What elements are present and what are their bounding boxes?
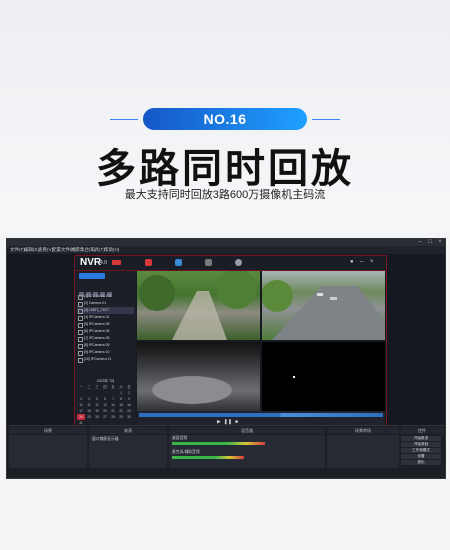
camera-label: [4] IPCamera 01 xyxy=(84,315,110,319)
transitions-panel-title: 场景转场 xyxy=(327,427,399,434)
mixer-track-1-label: 桌面音频 xyxy=(172,436,188,440)
camera-label: [6] IPCamera 06 xyxy=(84,329,110,333)
nvr-logo: NVR xyxy=(80,257,102,268)
camera-list-item[interactable]: [10] IPCamera 11 xyxy=(77,356,134,363)
controls-panel-title: 控件 xyxy=(401,427,443,434)
nvr-user-icon[interactable]: ● xyxy=(350,259,354,266)
menu-view[interactable]: 查看(V) xyxy=(38,246,53,254)
video-grid xyxy=(137,271,385,411)
scenes-panel-title: 场景 xyxy=(9,427,87,434)
timeline-bar[interactable] xyxy=(139,413,383,417)
mixer-track-1-meter xyxy=(172,442,265,445)
menu-edit[interactable]: 编辑(E) xyxy=(24,246,39,254)
menu-help[interactable]: 帮助(H) xyxy=(104,246,119,254)
video-channel-4[interactable] xyxy=(262,342,385,411)
calendar-cell[interactable]: 27 xyxy=(101,414,109,420)
calendar-cell[interactable]: 30 xyxy=(125,414,133,420)
obs-window: – □ × 文件(F) 编辑(E) 查看(V) 配置文件(P) 场景集合(S) … xyxy=(6,238,446,479)
camera-list: [1] 172.16.16.174 [2] Camera 01 [3] L98T1_… xyxy=(77,293,134,363)
camera-list-item[interactable]: [4] IPCamera 01 xyxy=(77,314,134,321)
exit-button[interactable]: 退出 xyxy=(401,460,441,465)
camera-label: [1] 172.16.16.174 xyxy=(84,294,112,298)
camera-label: [7] IPCamera 08 xyxy=(84,336,110,340)
camera-label: [5] IPCamera 05 xyxy=(84,322,110,326)
nvr-badge-icon xyxy=(112,260,121,265)
camera-list-item[interactable]: [5] IPCamera 05 xyxy=(77,321,134,328)
camera-list-item[interactable]: [6] IPCamera 06 xyxy=(77,328,134,335)
calendar: 2023年 7月 一二三四五六日 1 2 3 4 5 6 7 8 9 10 11 12 13 14 15 16 1… xyxy=(77,378,134,426)
subtitle: 最大支持同时回放3路600万摄像机主码流 xyxy=(124,189,326,201)
playback-icon[interactable] xyxy=(175,259,182,266)
camera-list-item[interactable]: [7] IPCamera 08 xyxy=(77,335,134,342)
camera-label: [2] Camera 01 xyxy=(84,301,107,305)
calendar-cell[interactable]: 26 xyxy=(93,414,101,420)
menu-file[interactable]: 文件(F) xyxy=(10,246,25,254)
settings-gear-icon[interactable] xyxy=(235,259,242,266)
badge-row: NO.16 xyxy=(0,108,450,130)
mixer-panel-title: 混音器 xyxy=(169,427,325,434)
camera-label: [9] IPCamera 10 xyxy=(84,350,110,354)
nvr-version: 4.0 xyxy=(100,260,107,266)
badge-line-right xyxy=(312,119,340,120)
sources-panel-title: 来源 xyxy=(89,427,167,434)
feature-number-badge: NO.16 xyxy=(143,108,307,130)
calendar-cell[interactable]: 29 xyxy=(117,414,125,420)
source-item[interactable]: 窗口捕获显示器 xyxy=(92,437,119,442)
device-icon[interactable] xyxy=(205,259,212,266)
studio-mode-button[interactable]: 工作室模式 xyxy=(401,448,441,453)
video-channel-2[interactable] xyxy=(262,271,385,340)
camera-checkbox[interactable] xyxy=(78,358,83,363)
start-streaming-button[interactable]: 开始推流 xyxy=(401,436,441,441)
camera-label: [10] IPCamera 11 xyxy=(84,357,112,361)
scenes-panel xyxy=(9,435,87,468)
status-bar xyxy=(7,472,445,478)
nvr-sidebar: [1] 172.16.16.174 [2] Camera 01 [3] L98T1_… xyxy=(75,271,136,426)
sources-panel: 窗口捕获显示器 xyxy=(89,435,167,468)
nvr-close-icon[interactable]: × xyxy=(370,259,374,266)
camera-list-item[interactable]: [9] IPCamera 10 xyxy=(77,349,134,356)
footer-band xyxy=(0,480,450,550)
camera-list-item[interactable]: [1] 172.16.16.174 xyxy=(77,293,134,300)
settings-button[interactable]: 设置 xyxy=(401,454,441,459)
menu-tools[interactable]: 工具(T) xyxy=(90,246,105,254)
menu-bar: 文件(F) 编辑(E) 查看(V) 配置文件(P) 场景集合(S) 工具(T) … xyxy=(7,246,445,254)
maximize-icon[interactable]: □ xyxy=(425,239,435,246)
live-view-icon[interactable] xyxy=(145,259,152,266)
nvr-header: NVR 4.0 ● – × xyxy=(75,256,386,271)
nvr-preview: NVR 4.0 ● – × [1] 172.16.16.174 [2] Camer… xyxy=(74,255,387,427)
video-channel-3[interactable] xyxy=(137,342,260,411)
transitions-panel xyxy=(327,435,399,468)
badge-line-left xyxy=(110,119,138,120)
playback-timeline[interactable]: ▶ ❚❚ ■ xyxy=(137,411,385,426)
calendar-cell[interactable]: 25 xyxy=(85,414,93,420)
close-icon[interactable]: × xyxy=(435,239,445,246)
calendar-cell[interactable]: 28 xyxy=(109,414,117,420)
video-frame-road xyxy=(262,280,385,340)
camera-label: [3] L98T1_T6T7 xyxy=(84,308,109,312)
mixer-track-2-meter xyxy=(172,456,244,459)
mixer-track-2-label: 麦克风/辅助音频 xyxy=(172,450,200,454)
obs-dock-area: 场景 来源 窗口捕获显示器 混音器 桌面音频 麦克风/辅助音频 场景转场 控件 … xyxy=(7,425,445,478)
mixer-panel: 桌面音频 麦克风/辅助音频 xyxy=(169,435,325,468)
minimize-icon[interactable]: – xyxy=(415,239,425,246)
video-frame-plaza xyxy=(137,352,260,404)
window-titlebar: – □ × xyxy=(7,239,445,246)
device-tree-tab[interactable] xyxy=(79,273,105,279)
camera-list-item[interactable]: [8] IPCamera 09 xyxy=(77,342,134,349)
camera-label: [8] IPCamera 09 xyxy=(84,343,110,347)
calendar-grid: 一二三四五六日 1 2 3 4 5 6 7 8 9 10 11 12 13 14 15 16 17 18 19 20 21… xyxy=(77,384,134,426)
nvr-minimize-icon[interactable]: – xyxy=(360,259,363,266)
cursor-icon xyxy=(293,376,295,378)
video-channel-1[interactable] xyxy=(137,271,260,340)
camera-list-item[interactable]: [3] L98T1_T6T7 xyxy=(77,307,134,314)
camera-list-item[interactable]: [2] Camera 01 xyxy=(77,300,134,307)
video-frame-park-path xyxy=(139,271,257,340)
start-recording-button[interactable]: 开始录制 xyxy=(401,442,441,447)
